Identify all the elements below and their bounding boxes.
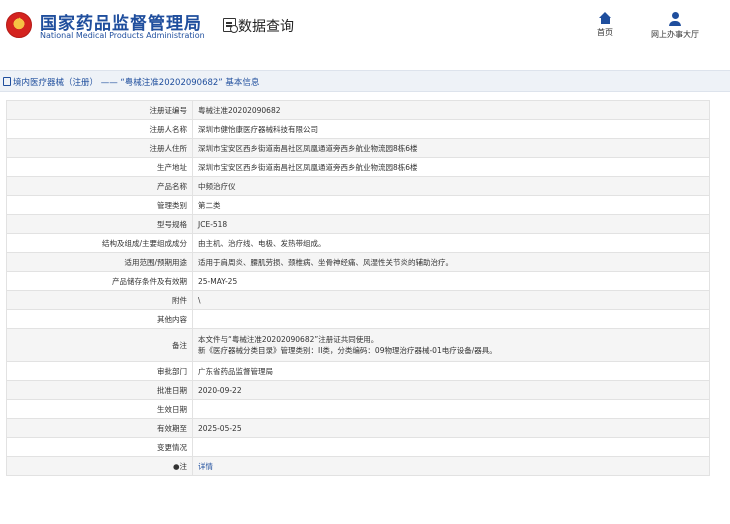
remark-line-2: 新《医疗器械分类目录》管理类别：II类，分类编码：09物理治疗器械-01电疗设备… [198,346,497,355]
field-value: JCE-518 [192,214,710,234]
table-row: 其他内容 [6,309,710,329]
table-row: 附件 \ [6,290,710,310]
details-link[interactable]: 详情 [198,462,213,471]
breadcrumb: 境内医疗器械（注册） —— “粤械注准20202090682” 基本信息 [0,70,730,92]
site-title-en[interactable]: National Medical Products Administration [40,31,205,40]
nav-service-hall-label: 网上办事大厅 [651,30,699,39]
table-row: 生效日期 [6,399,710,419]
field-label: ●注 [6,456,193,476]
field-label: 结构及组成/主要组成成分 [6,233,193,253]
nav-service-hall-link[interactable]: 网上办事大厅 [640,12,710,40]
home-icon-body [600,18,610,24]
field-value: 深圳市宝安区西乡街道南昌社区凤凰通道旁西乡航业物流园8栋6楼 [192,138,710,158]
field-label: 备注 [6,328,193,362]
field-label: 附件 [6,290,193,310]
nav-home-link[interactable]: 首页 [592,12,618,38]
field-label: 有效期至 [6,418,193,438]
field-label: 产品名称 [6,176,193,196]
remark-line-1: 本文件与“粤械注准20202090682”注册证共同使用。 [198,335,379,344]
table-row: 产品储存条件及有效期 25-MAY-25 [6,271,710,291]
table-row: 注册证编号 粤械注准20202090682 [6,100,710,120]
field-value [192,437,710,457]
field-value: 广东省药品监督管理局 [192,361,710,381]
data-query-title: 数据查询 [238,19,294,35]
field-label: 型号规格 [6,214,193,234]
table-row: 变更情况 [6,437,710,457]
field-label: 生效日期 [6,399,193,419]
field-label: 审批部门 [6,361,193,381]
field-value: 第二类 [192,195,710,215]
field-value [192,309,710,329]
table-row: 有效期至 2025-05-25 [6,418,710,438]
user-icon [671,12,679,19]
field-label: 生产地址 [6,157,193,177]
field-label: 变更情况 [6,437,193,457]
field-value: 粤械注准20202090682 [192,100,710,120]
breadcrumb-text: 境内医疗器械（注册） —— “粤械注准20202090682” 基本信息 [13,78,260,88]
table-row: 审批部门 广东省药品监督管理局 [6,361,710,381]
document-icon [3,77,11,86]
table-row: 型号规格 JCE-518 [6,214,710,234]
user-icon-body [669,21,681,26]
field-label: 注册证编号 [6,100,193,120]
table-row: 适用范围/预期用途 适用于肩周炎、腰肌劳损、颈椎病、坐骨神经痛、风湿性关节炎的辅助… [6,252,710,272]
table-row: 备注 本文件与“粤械注准20202090682”注册证共同使用。新《医疗器械分类目… [6,328,710,362]
field-value: 详情 [192,456,710,476]
data-query-icon [223,18,238,33]
field-label: 适用范围/预期用途 [6,252,193,272]
site-header: 国家药品监督管理局 National Medical Products Admi… [0,0,730,56]
table-row: ●注 详情 [6,456,710,476]
field-value [192,399,710,419]
table-row: 批准日期 2020-09-22 [6,380,710,400]
field-value: 适用于肩周炎、腰肌劳损、颈椎病、坐骨神经痛、风湿性关节炎的辅助治疗。 [192,252,710,272]
field-value: 2020-09-22 [192,380,710,400]
table-row: 注册人名称 深圳市健怡康医疗器械科技有限公司 [6,119,710,139]
field-label: 注册人名称 [6,119,193,139]
table-row: 注册人住所 深圳市宝安区西乡街道南昌社区凤凰通道旁西乡航业物流园8栋6楼 [6,138,710,158]
field-value: 深圳市健怡康医疗器械科技有限公司 [192,119,710,139]
table-row: 结构及组成/主要组成成分 由主机、治疗线、电极、发热带组成。 [6,233,710,253]
field-value: \ [192,290,710,310]
device-info-table: 注册证编号 粤械注准20202090682 注册人名称 深圳市健怡康医疗器械科技有限… [6,100,710,476]
field-value: 深圳市宝安区西乡街道南昌社区凤凰通道旁西乡航业物流园8栋6楼 [192,157,710,177]
field-value: 2025-05-25 [192,418,710,438]
field-label: 其他内容 [6,309,193,329]
field-label: 产品储存条件及有效期 [6,271,193,291]
field-label: 管理类别 [6,195,193,215]
nav-home-label: 首页 [597,28,613,37]
field-value: 由主机、治疗线、电极、发热带组成。 [192,233,710,253]
field-label: 注册人住所 [6,138,193,158]
field-value: 本文件与“粤械注准20202090682”注册证共同使用。新《医疗器械分类目录》… [192,328,710,362]
table-row: 生产地址 深圳市宝安区西乡街道南昌社区凤凰通道旁西乡航业物流园8栋6楼 [6,157,710,177]
nmpa-emblem-icon[interactable] [6,12,32,38]
field-value: 25-MAY-25 [192,271,710,291]
field-label: 批准日期 [6,380,193,400]
home-icon [599,12,611,18]
field-value: 中频治疗仪 [192,176,710,196]
table-row: 管理类别 第二类 [6,195,710,215]
table-row: 产品名称 中频治疗仪 [6,176,710,196]
